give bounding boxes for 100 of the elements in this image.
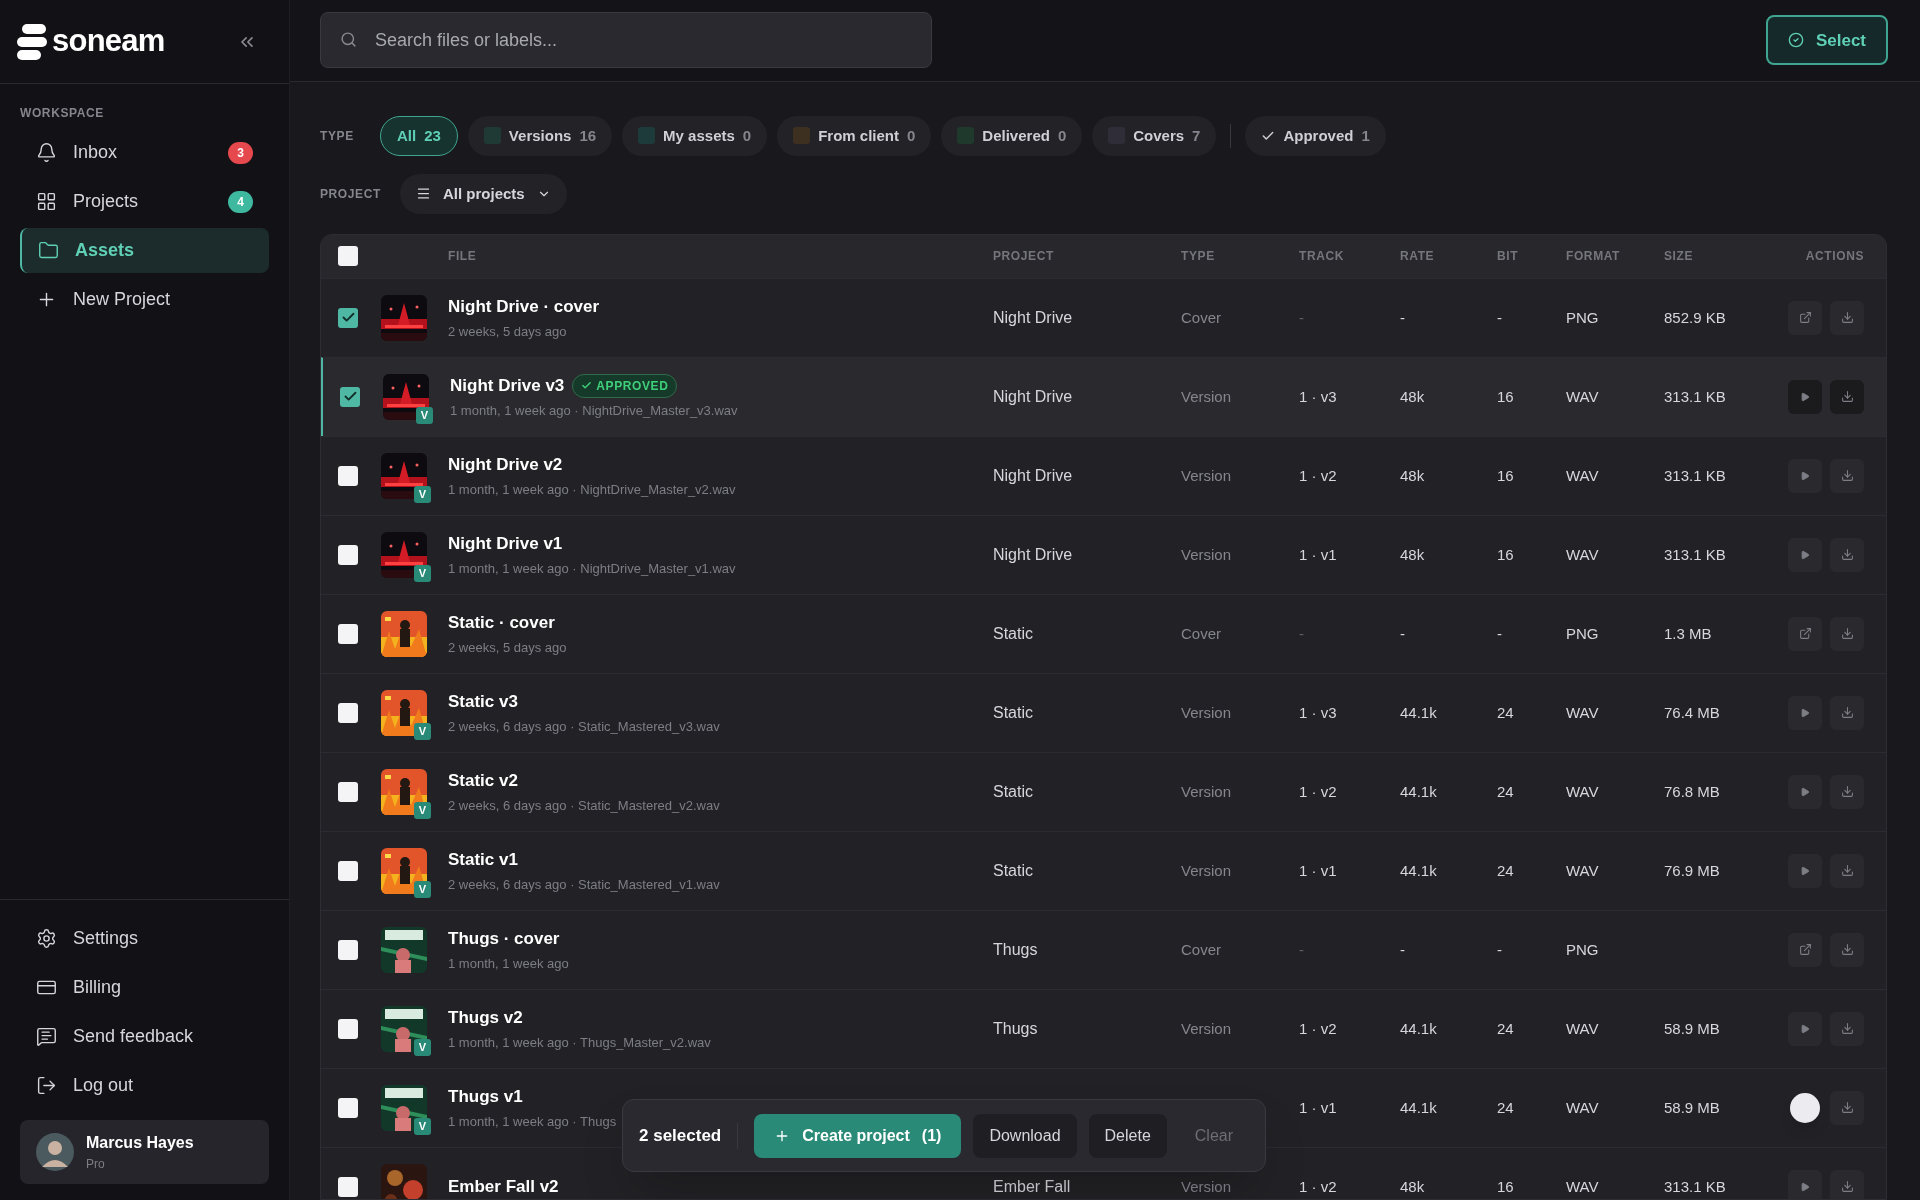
- play-button[interactable]: [1788, 458, 1822, 493]
- download-button[interactable]: [1830, 932, 1864, 967]
- sidebar-item[interactable]: Inbox 3: [20, 130, 269, 175]
- filter-chip[interactable]: Approved 1: [1245, 115, 1386, 156]
- select-button[interactable]: Select: [1765, 15, 1888, 66]
- download-button[interactable]: [1830, 774, 1864, 809]
- column-header: PROJECT: [993, 249, 1054, 264]
- table-cell: Thugs: [993, 1019, 1038, 1037]
- table-cell: 16: [1497, 387, 1514, 405]
- search-icon: [340, 31, 357, 49]
- row-checkbox[interactable]: [338, 702, 358, 723]
- brand-name: soneam: [52, 22, 165, 61]
- download-button[interactable]: [1830, 379, 1864, 414]
- user-card[interactable]: Marcus Hayes Pro: [20, 1120, 269, 1184]
- download-button[interactable]: Download: [973, 1113, 1077, 1158]
- table-row[interactable]: V Static v1 2 weeks, 6 days ago · Static_Mastered_v1.wav Static Version 1 · v1 44.1k 24 WAV 76.9 MB: [321, 830, 1886, 910]
- download-button[interactable]: [1830, 1090, 1864, 1125]
- download-button[interactable]: [1830, 695, 1864, 730]
- download-button[interactable]: [1830, 458, 1864, 493]
- sidebar-item[interactable]: Billing: [20, 965, 269, 1010]
- table-cell: -: [1299, 624, 1304, 642]
- download-button[interactable]: [1830, 300, 1864, 335]
- download-button[interactable]: [1830, 853, 1864, 888]
- row-checkbox[interactable]: [338, 544, 358, 565]
- check-icon: [581, 380, 593, 391]
- row-checkbox[interactable]: [338, 1176, 358, 1197]
- table-cell: 1 · v1: [1299, 1098, 1337, 1116]
- filter-chip[interactable]: Versions 16: [467, 115, 613, 156]
- row-checkbox[interactable]: [340, 386, 360, 407]
- select-all-checkbox[interactable]: [338, 246, 358, 267]
- table-cell: Static: [993, 624, 1033, 642]
- open-external-button[interactable]: [1788, 616, 1822, 651]
- filter-chip[interactable]: All 23: [380, 115, 458, 156]
- table-cell: 313.1 KB: [1664, 545, 1726, 563]
- play-button[interactable]: [1788, 537, 1822, 572]
- row-checkbox[interactable]: [338, 939, 358, 960]
- file-name: Thugs v2: [448, 1006, 523, 1029]
- file-meta: 2 weeks, 5 days ago: [448, 323, 568, 342]
- table-cell: 1 · v2: [1299, 1177, 1337, 1195]
- delete-button[interactable]: Delete: [1088, 1113, 1167, 1158]
- download-button[interactable]: [1830, 1011, 1864, 1046]
- project-dropdown[interactable]: All projects: [400, 173, 567, 214]
- play-button[interactable]: [1788, 853, 1822, 888]
- table-row[interactable]: Thugs · cover 1 month, 1 week ago Thugs Cover - - - PNG: [321, 909, 1886, 989]
- row-checkbox[interactable]: [338, 623, 358, 644]
- check-circle-icon: [1787, 32, 1804, 49]
- play-button[interactable]: [1788, 1011, 1822, 1046]
- version-badge: V: [414, 880, 431, 898]
- table-cell: 313.1 KB: [1664, 1177, 1726, 1195]
- table-row[interactable]: V Thugs v2 1 month, 1 week ago · Thugs_Master_v2.wav Thugs Version 1 · v2 44.1k 24 WAV 58.9 MB: [321, 988, 1886, 1068]
- table-row[interactable]: V Static v3 2 weeks, 6 days ago · Static_Mastered_v3.wav Static Version 1 · v3 44.1k 24 WAV 76.4 MB: [321, 672, 1886, 752]
- table-row[interactable]: V Night Drive v2 1 month, 1 week ago · NightDrive_Master_v2.wav Night Drive Version 1 · v2 48k 16 WAV 313.1 KB: [321, 435, 1886, 515]
- row-checkbox[interactable]: [338, 307, 358, 328]
- table-cell: WAV: [1566, 466, 1599, 484]
- sidebar-item[interactable]: Settings: [20, 916, 269, 961]
- sidebar-item[interactable]: Projects 4: [20, 179, 269, 224]
- download-button[interactable]: [1830, 1169, 1864, 1199]
- table-row[interactable]: Static · cover 2 weeks, 5 days ago Static Cover - - - PNG 1.3 MB: [321, 593, 1886, 673]
- sidebar-item[interactable]: Log out: [20, 1063, 269, 1108]
- table-cell: Night Drive: [993, 545, 1073, 563]
- play-button[interactable]: [1788, 695, 1822, 730]
- file-name: Static v2: [448, 769, 518, 792]
- row-checkbox[interactable]: [338, 781, 358, 802]
- table-cell: Static: [993, 782, 1033, 800]
- sidebar-item[interactable]: Send feedback: [20, 1014, 269, 1059]
- row-checkbox[interactable]: [338, 1018, 358, 1039]
- table-row[interactable]: V Static v2 2 weeks, 6 days ago · Static_Mastered_v2.wav Static Version 1 · v2 44.1k 24 WAV 76.8 MB: [321, 751, 1886, 831]
- table-cell: -: [1299, 308, 1304, 326]
- table-cell: 76.4 MB: [1664, 703, 1720, 721]
- table-cell: 58.9 MB: [1664, 1019, 1720, 1037]
- row-checkbox[interactable]: [338, 860, 358, 881]
- play-button[interactable]: [1788, 1169, 1822, 1199]
- file-meta: 1 month, 1 week ago · NightDrive_Master_v2.wav: [448, 481, 737, 500]
- filter-chip[interactable]: My assets 0: [622, 115, 768, 156]
- table-row[interactable]: V Night Drive v3 APPROVED 1 month, 1 week ago · NightDrive_Master_v3.wav Night Drive Version 1 · v3 48k 16 WAV 313.1 KB: [321, 356, 1886, 436]
- filter-chip[interactable]: From client 0: [777, 115, 932, 156]
- count-badge: 4: [228, 190, 253, 213]
- create-project-button[interactable]: Create project (1): [754, 1113, 962, 1158]
- sidebar-item[interactable]: Assets: [20, 228, 269, 273]
- external-link-icon: [1798, 627, 1812, 641]
- play-icon: [1800, 865, 1810, 876]
- folder-icon: [38, 240, 59, 261]
- row-checkbox[interactable]: [338, 465, 358, 486]
- download-icon: [1840, 943, 1854, 957]
- open-external-button[interactable]: [1788, 932, 1822, 967]
- sidebar-item[interactable]: New Project: [20, 277, 269, 322]
- filter-chip[interactable]: Covers 7: [1092, 115, 1217, 156]
- play-button[interactable]: [1788, 379, 1822, 414]
- table-row[interactable]: Night Drive · cover 2 weeks, 5 days ago Night Drive Cover - - - PNG 852.9 KB: [321, 277, 1886, 357]
- play-icon: [1800, 786, 1810, 797]
- version-badge: V: [414, 801, 431, 819]
- play-button[interactable]: [1788, 774, 1822, 809]
- download-button[interactable]: [1830, 616, 1864, 651]
- filter-chip[interactable]: Delivered 0: [941, 115, 1083, 156]
- table-row[interactable]: V Night Drive v1 1 month, 1 week ago · NightDrive_Master_v1.wav Night Drive Version 1 · v1 48k 16 WAV 313.1 KB: [321, 514, 1886, 594]
- row-checkbox[interactable]: [338, 1097, 358, 1118]
- open-external-button[interactable]: [1788, 300, 1822, 335]
- search-field[interactable]: Search files or labels...: [320, 12, 932, 69]
- table-cell: -: [1497, 624, 1502, 642]
- download-button[interactable]: [1830, 537, 1864, 572]
